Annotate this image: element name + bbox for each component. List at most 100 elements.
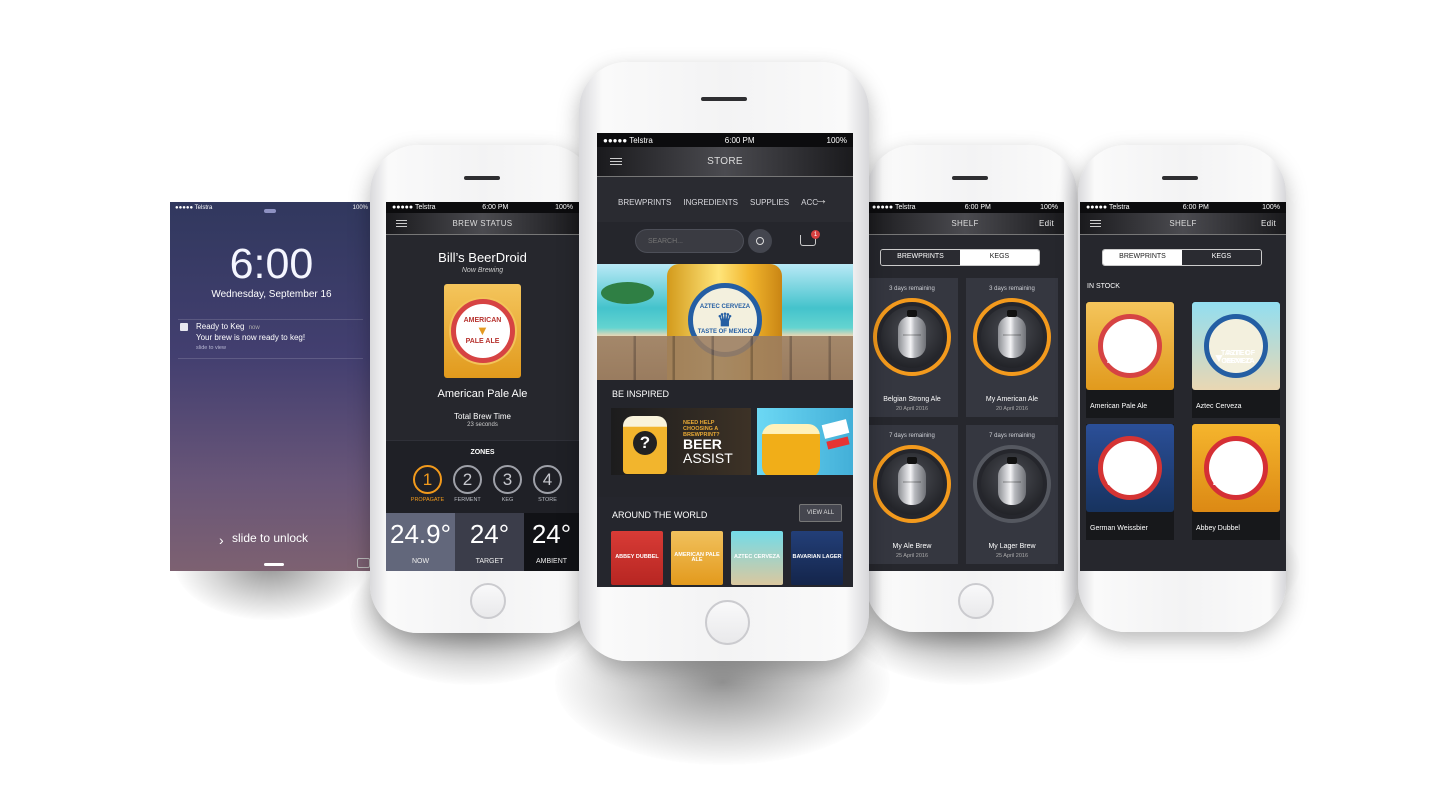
keg-name: Belgian Strong Ale xyxy=(883,396,941,403)
page-title: BREW STATUS xyxy=(452,219,513,228)
beer-assist-card[interactable]: ? NEED HELP CHOOSING A BREWPRINT? BEER A… xyxy=(611,408,751,475)
arrow-right-icon[interactable]: → xyxy=(814,191,828,207)
carrier-label: ●●●●● Telstra xyxy=(175,205,213,211)
camera-icon[interactable] xyxy=(357,558,370,568)
beer-badge: ABBEY ▼ DUBBEL xyxy=(1204,436,1268,500)
notification-title: Ready to Keg now xyxy=(196,322,260,331)
beer-label-image: ABBEY ▼ DUBBEL xyxy=(1192,424,1280,512)
device-name: Bill’s BeerDroid xyxy=(438,250,527,265)
keg-date: 25 April 2016 xyxy=(995,553,1029,559)
world-beer-card[interactable]: AZTEC CERVEZA xyxy=(731,531,783,585)
edit-button[interactable]: Edit xyxy=(1261,219,1276,228)
zone-item[interactable]: 2 FERMENT xyxy=(453,465,482,503)
keg-progress-ring xyxy=(873,445,951,523)
assist-subtitle: ASSIST xyxy=(683,450,733,466)
shelf-nav: SHELF Edit xyxy=(866,213,1064,235)
days-remaining: 7 days remaining xyxy=(989,433,1035,439)
tab-brewprints[interactable]: BREWPRINTS xyxy=(1103,250,1182,265)
search-row: 1 xyxy=(597,222,853,264)
notification-message: Your brew is now ready to keg! xyxy=(196,333,306,342)
time-label: 6:00 PM xyxy=(482,204,509,211)
american-pale-ale-label: AMERICAN ▼ PALE ALE xyxy=(444,284,521,378)
tab-brewprints[interactable]: BREWPRINTS xyxy=(881,250,960,265)
zone-item[interactable]: 3 KEG xyxy=(493,465,522,503)
page-title: SHELF xyxy=(951,219,979,228)
keg-icon xyxy=(898,310,926,358)
store-tab[interactable]: BREWPRINTS xyxy=(618,198,671,207)
world-beer-label: AMERICAN PALE ALE xyxy=(674,551,720,563)
notification-card[interactable]: Ready to Keg now Your brew is now ready … xyxy=(178,319,363,359)
crown-icon: ♛ xyxy=(716,309,734,330)
keg-tile[interactable]: 7 days remaining My Ale Brew 25 April 2016 xyxy=(866,425,958,564)
store-tab[interactable]: INGREDIENTS xyxy=(683,198,738,207)
menu-icon[interactable] xyxy=(610,156,622,167)
stock-item[interactable]: GERMAN ▼ WEISSBIER German Weissbier xyxy=(1086,424,1174,540)
edit-button[interactable]: Edit xyxy=(1039,219,1054,228)
world-beer-card[interactable]: ABBEY DUBBEL xyxy=(611,531,663,585)
lock-screen[interactable]: ●●●●● Telstra 100% 6:00 Wednesday, Septe… xyxy=(170,202,373,571)
battery-label: 100% xyxy=(1262,204,1280,211)
world-beer-label: BAVARIAN LAGER xyxy=(792,554,842,561)
status-bar: ●●●●● Telstra 6:00 PM 100% xyxy=(386,202,579,213)
beer-badge: AMERICAN ▼ PALE ALE xyxy=(450,299,515,363)
stock-item[interactable]: ABBEY ▼ DUBBEL Abbey Dubbel xyxy=(1192,424,1280,540)
carrier-label: ●●●●● Telstra xyxy=(392,204,436,211)
shelf-segmented-control[interactable]: BREWPRINTS KEGS xyxy=(1102,249,1262,266)
world-beer-card[interactable]: AMERICAN PALE ALE xyxy=(671,531,723,585)
beer-glass-question-icon: ? xyxy=(623,416,667,474)
keg-tile[interactable]: 3 days remaining My American Ale 20 April … xyxy=(966,278,1058,417)
search-input[interactable] xyxy=(635,229,744,253)
beer-badge: AMERICAN ▼ PALE ALE xyxy=(1098,314,1162,378)
zone-item[interactable]: 4 STORE xyxy=(533,465,562,503)
zone-item[interactable]: 1 PROPAGATE xyxy=(411,465,444,503)
menu-icon[interactable] xyxy=(396,218,407,229)
menu-icon[interactable] xyxy=(1090,218,1101,229)
store-tab-bar: BREWPRINTS INGREDIENTS SUPPLIES ACC → xyxy=(597,177,853,222)
beer-label-image: AZTEC CERVEZA ▼ TASTE OF MEXICO xyxy=(1192,302,1280,390)
zones-title: ZONES xyxy=(470,449,495,456)
inspiration-card[interactable] xyxy=(757,408,853,475)
shelf-segmented-control[interactable]: BREWPRINTS KEGS xyxy=(880,249,1040,266)
pint-icon: ▼ xyxy=(476,323,489,339)
days-remaining: 7 days remaining xyxy=(889,433,935,439)
featured-banner[interactable]: AZTEC CERVEZA ♛ TASTE OF MEXICO xyxy=(597,264,853,380)
earpiece xyxy=(701,97,747,101)
world-beer-card[interactable]: BAVARIAN LAGER xyxy=(791,531,843,585)
zone-number: 1 xyxy=(413,465,442,494)
beer-label-image: AMERICAN ▼ PALE ALE xyxy=(1086,302,1174,390)
earpiece xyxy=(1162,176,1198,180)
home-button[interactable] xyxy=(705,600,750,645)
palm-leaves xyxy=(601,282,654,304)
wood-table xyxy=(597,336,853,380)
earpiece xyxy=(464,176,500,180)
keg-tile[interactable]: 3 days remaining Belgian Strong Ale 20 Apr… xyxy=(866,278,958,417)
slide-to-unlock[interactable]: slide to unlock xyxy=(232,531,308,545)
page-title: STORE xyxy=(707,156,743,167)
shelf-nav: SHELF Edit xyxy=(1080,213,1286,235)
keg-icon xyxy=(998,457,1026,505)
temperature-ambient: 24° AMBIENT xyxy=(524,513,579,571)
stock-item[interactable]: AZTEC CERVEZA ▼ TASTE OF MEXICO Aztec Cerve… xyxy=(1192,302,1280,418)
search-button[interactable] xyxy=(748,229,772,253)
home-button[interactable] xyxy=(470,583,506,619)
keg-tile[interactable]: 7 days remaining My Lager Brew 25 April 20… xyxy=(966,425,1058,564)
zones-panel: ZONES 1 PROPAGATE 2 FERMENT 3 KEG 4 STORE xyxy=(386,440,579,513)
tab-kegs[interactable]: KEGS xyxy=(960,250,1039,265)
unlock-chevron-icon: › xyxy=(219,532,224,548)
beer-badge: AZTEC CERVEZA ▼ TASTE OF MEXICO xyxy=(1204,314,1268,378)
zone-label: STORE xyxy=(538,497,557,503)
view-all-button[interactable]: VIEW ALL xyxy=(799,504,842,522)
store-tab[interactable]: SUPPLIES xyxy=(750,198,789,207)
brew-time-label: Total Brew Time xyxy=(454,412,511,421)
earpiece xyxy=(952,176,988,180)
keg-name: My Lager Brew xyxy=(988,543,1036,550)
battery-label: 100% xyxy=(555,204,573,211)
world-beer-label: ABBEY DUBBEL xyxy=(615,554,659,561)
page-title: SHELF xyxy=(1169,219,1197,228)
home-button[interactable] xyxy=(958,583,994,619)
tab-kegs[interactable]: KEGS xyxy=(1182,250,1261,265)
lock-icon xyxy=(264,209,276,213)
store-nav: STORE xyxy=(597,147,853,177)
keg-progress-ring xyxy=(973,298,1051,376)
stock-item[interactable]: AMERICAN ▼ PALE ALE American Pale Ale xyxy=(1086,302,1174,418)
